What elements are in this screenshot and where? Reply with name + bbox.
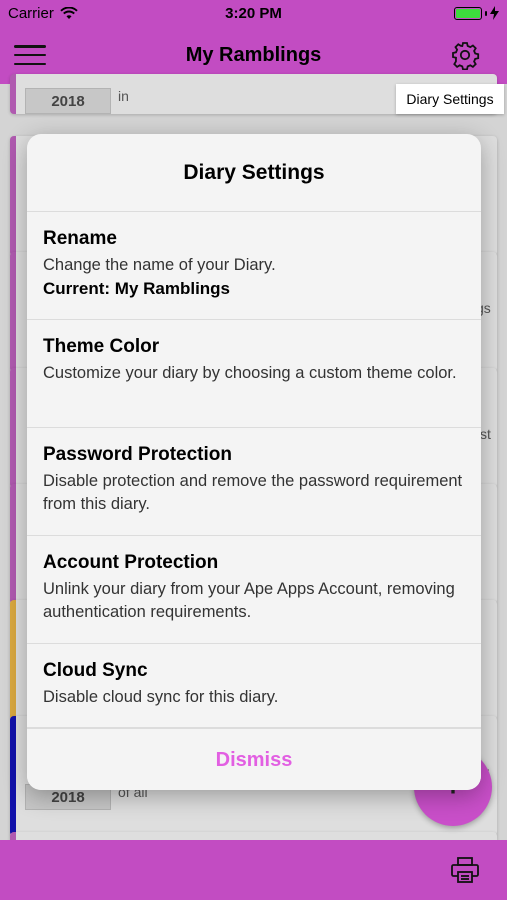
cloud-sync-option[interactable]: Cloud Sync Disable cloud sync for this d… [27, 644, 481, 728]
option-title: Account Protection [43, 552, 219, 573]
option-title: Cloud Sync [43, 660, 148, 681]
option-description: Unlink your diary from your Ape Apps Acc… [43, 580, 455, 621]
entry-snippet: st [480, 426, 491, 442]
gear-icon[interactable] [450, 40, 480, 70]
theme-color-option[interactable]: Theme Color Customize your diary by choo… [27, 320, 481, 428]
page-title: My Ramblings [185, 44, 322, 66]
settings-tooltip: Diary Settings [396, 84, 504, 114]
dialog-title: Diary Settings [27, 134, 481, 212]
year-badge: 2018 [25, 88, 111, 114]
account-protection-option[interactable]: Account Protection Unlink your diary fro… [27, 536, 481, 644]
dismiss-button[interactable]: Dismiss [27, 728, 481, 790]
option-description: Customize your diary by choosing a custo… [43, 364, 457, 382]
rename-option[interactable]: Rename Change the name of your Diary. Cu… [27, 212, 481, 320]
bottom-toolbar [0, 840, 507, 900]
option-title: Theme Color [43, 336, 160, 357]
option-title: Password Protection [43, 444, 232, 465]
status-bar: Carrier 3:20 PM [0, 0, 507, 26]
charging-bolt-icon [490, 6, 499, 20]
entry-snippet: in [118, 88, 129, 104]
printer-icon[interactable] [450, 856, 480, 884]
battery-icon [454, 6, 482, 20]
clock: 3:20 PM [225, 5, 282, 22]
password-protection-option[interactable]: Password Protection Disable protection a… [27, 428, 481, 536]
battery-indicator [454, 6, 499, 20]
option-description: Disable cloud sync for this diary. [43, 688, 279, 706]
diary-settings-dialog: Diary Settings Rename Change the name of… [27, 134, 481, 790]
option-title: Rename [43, 228, 117, 249]
current-name: Current: My Ramblings [43, 279, 231, 298]
option-description: Change the name of your Diary. [43, 256, 276, 274]
option-description: Disable protection and remove the passwo… [43, 472, 463, 513]
